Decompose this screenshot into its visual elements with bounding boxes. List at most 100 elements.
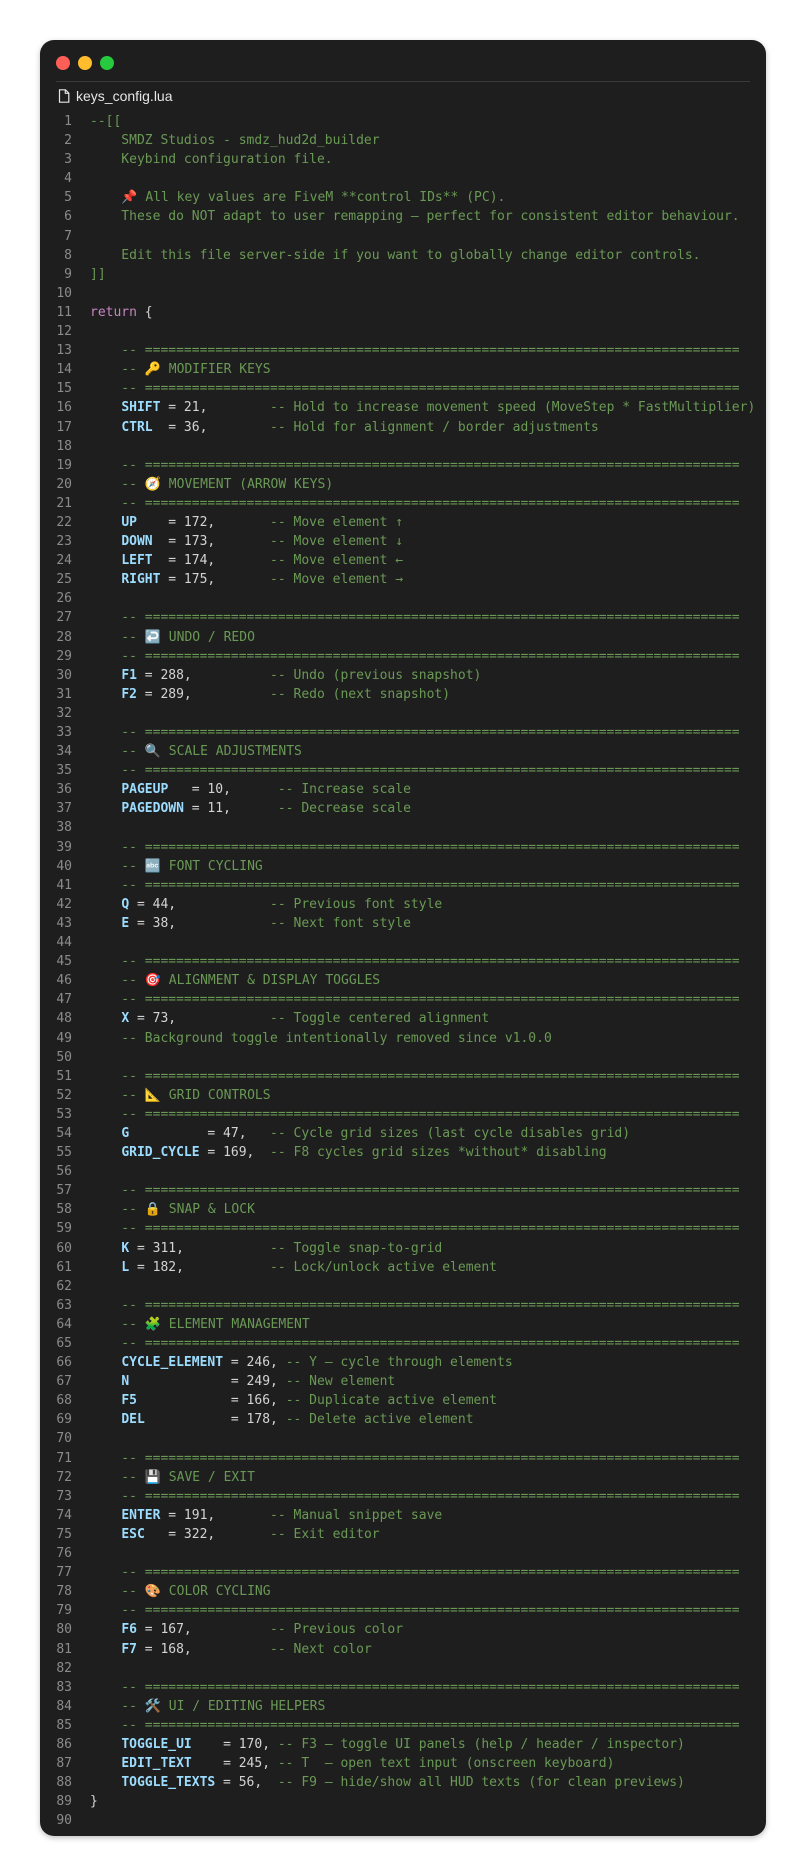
line-number: 83: [56, 1679, 72, 1695]
line-source: [72, 169, 90, 188]
code-token: F1: [121, 667, 137, 683]
code-token: -- =====================================…: [90, 1603, 740, 1619]
file-name: keys_config.lua: [76, 88, 173, 104]
line-number: 23: [56, 534, 72, 550]
code-token: -- T — open text input (onscreen keyboar…: [277, 1756, 615, 1772]
line-number: 14: [56, 362, 72, 378]
line-source: -- 📐 GRID CONTROLS: [72, 1086, 270, 1105]
code-line: 63 -- ==================================…: [40, 1296, 766, 1315]
code-token: -- =====================================…: [90, 1717, 740, 1733]
maximize-window-button[interactable]: [100, 56, 114, 70]
line-number: 44: [56, 935, 72, 951]
code-token: {: [136, 304, 153, 320]
code-line: 87 EDIT_TEXT = 245, -- T — open text inp…: [40, 1754, 766, 1773]
line-number: 13: [56, 343, 72, 359]
code-token: -- =====================================…: [90, 1679, 740, 1695]
code-line: 17 CTRL = 36, -- Hold for alignment / bo…: [40, 418, 766, 437]
line-source: -- 🔒 SNAP & LOCK: [72, 1200, 255, 1219]
line-number: 59: [56, 1221, 72, 1237]
code-token: = 245,: [191, 1756, 278, 1772]
line-source: -- =====================================…: [72, 1334, 739, 1353]
code-token: = 289,: [136, 686, 271, 702]
line-number: 36: [56, 782, 72, 798]
code-line: 20 -- 🧭 MOVEMENT (ARROW KEYS): [40, 475, 766, 494]
code-token: -- Increase scale: [277, 782, 411, 798]
line-source: DEL = 178, -- Delete active element: [72, 1410, 473, 1429]
line-number: 58: [56, 1202, 72, 1218]
code-token: F5: [121, 1393, 137, 1409]
code-line: 81 F7 = 168, -- Next color: [40, 1640, 766, 1659]
code-line: 48 X = 73, -- Toggle centered alignment: [40, 1009, 766, 1028]
line-source: -- 💾 SAVE / EXIT: [72, 1468, 255, 1487]
code-line: 1 --[[: [40, 112, 766, 131]
code-token: -- Cycle grid sizes (last cycle disables…: [270, 1125, 631, 1141]
line-source: -- =====================================…: [72, 1219, 740, 1238]
code-token: = 169,: [199, 1145, 271, 1161]
code-token: = 311,: [129, 1240, 271, 1256]
code-token: Q: [121, 896, 130, 912]
code-token: F7: [121, 1641, 137, 1657]
code-token: = 11,: [183, 801, 278, 817]
code-line: 38: [40, 818, 766, 837]
code-token: = 167,: [136, 1622, 271, 1638]
line-source: -- =====================================…: [72, 1067, 739, 1086]
minimize-window-button[interactable]: [78, 56, 92, 70]
line-source: [72, 1429, 90, 1448]
line-number: 39: [56, 839, 72, 855]
line-number: 84: [56, 1698, 72, 1714]
line-source: F5 = 166, -- Duplicate active element: [72, 1391, 497, 1410]
code-token: -- =====================================…: [90, 343, 740, 359]
line-source: -- =====================================…: [72, 341, 740, 360]
code-token: -- Move element ←: [270, 553, 404, 569]
line-number: 80: [56, 1622, 72, 1638]
window-controls: [56, 56, 114, 70]
line-source: GRID_CYCLE = 169, -- F8 cycles grid size…: [72, 1143, 606, 1162]
line-source: -- =====================================…: [72, 1563, 739, 1582]
code-line: 32: [40, 704, 766, 723]
code-token: = 288,: [136, 667, 271, 683]
code-token: -- Background toggle intentionally remov…: [90, 1030, 552, 1046]
code-token: = 10,: [168, 782, 278, 798]
code-editor[interactable]: 1 --[[2 SMDZ Studios - smdz_hud2d_builder…: [40, 112, 766, 1830]
code-line: 31 F2 = 289, -- Redo (next snapshot): [40, 685, 766, 704]
line-source: K = 311, -- Toggle snap-to-grid: [72, 1239, 442, 1258]
code-line: 4: [40, 169, 766, 188]
code-token: -- Toggle snap-to-grid: [270, 1240, 443, 1256]
line-number: 8: [64, 247, 72, 263]
code-line: 30 F1 = 288, -- Undo (previous snapshot): [40, 666, 766, 685]
code-token: -- =====================================…: [90, 725, 740, 740]
code-token: -- Previous font style: [270, 896, 443, 912]
code-line: 65 -- ==================================…: [40, 1334, 766, 1353]
code-token: = 21,: [160, 400, 271, 416]
line-number: 49: [56, 1030, 72, 1046]
code-line: 84 -- 🛠️ UI / EDITING HELPERS: [40, 1697, 766, 1716]
line-number: 21: [56, 495, 72, 511]
code-line: 62: [40, 1277, 766, 1296]
line-number: 68: [56, 1393, 72, 1409]
line-number: 35: [56, 763, 72, 779]
line-source: -- =====================================…: [72, 761, 739, 780]
code-token: N: [121, 1374, 130, 1390]
code-token: = 182,: [129, 1259, 271, 1275]
file-tab[interactable]: keys_config.lua: [58, 88, 173, 104]
code-token: -- =====================================…: [90, 1221, 740, 1237]
code-token: Edit this file server-side if you want t…: [90, 247, 701, 263]
line-source: F7 = 168, -- Next color: [72, 1640, 371, 1659]
line-source: ENTER = 191, -- Manual snippet save: [72, 1506, 442, 1525]
code-token: -- Next font style: [270, 915, 411, 931]
line-source: [72, 322, 90, 341]
close-window-button[interactable]: [56, 56, 70, 70]
line-source: TOGGLE_UI = 170, -- F3 — toggle UI panel…: [72, 1735, 685, 1754]
code-token: = 173,: [152, 534, 271, 550]
code-line: 88 TOGGLE_TEXTS = 56, -- F9 — hide/show …: [40, 1773, 766, 1792]
code-token: -- =====================================…: [90, 839, 740, 855]
code-line: 54 G = 47, -- Cycle grid sizes (last cyc…: [40, 1124, 766, 1143]
line-source: -- =====================================…: [72, 1449, 739, 1468]
code-token: -- =====================================…: [90, 457, 740, 473]
line-source: SMDZ Studios - smdz_hud2d_builder: [72, 131, 379, 150]
line-source: -- =====================================…: [72, 952, 739, 971]
